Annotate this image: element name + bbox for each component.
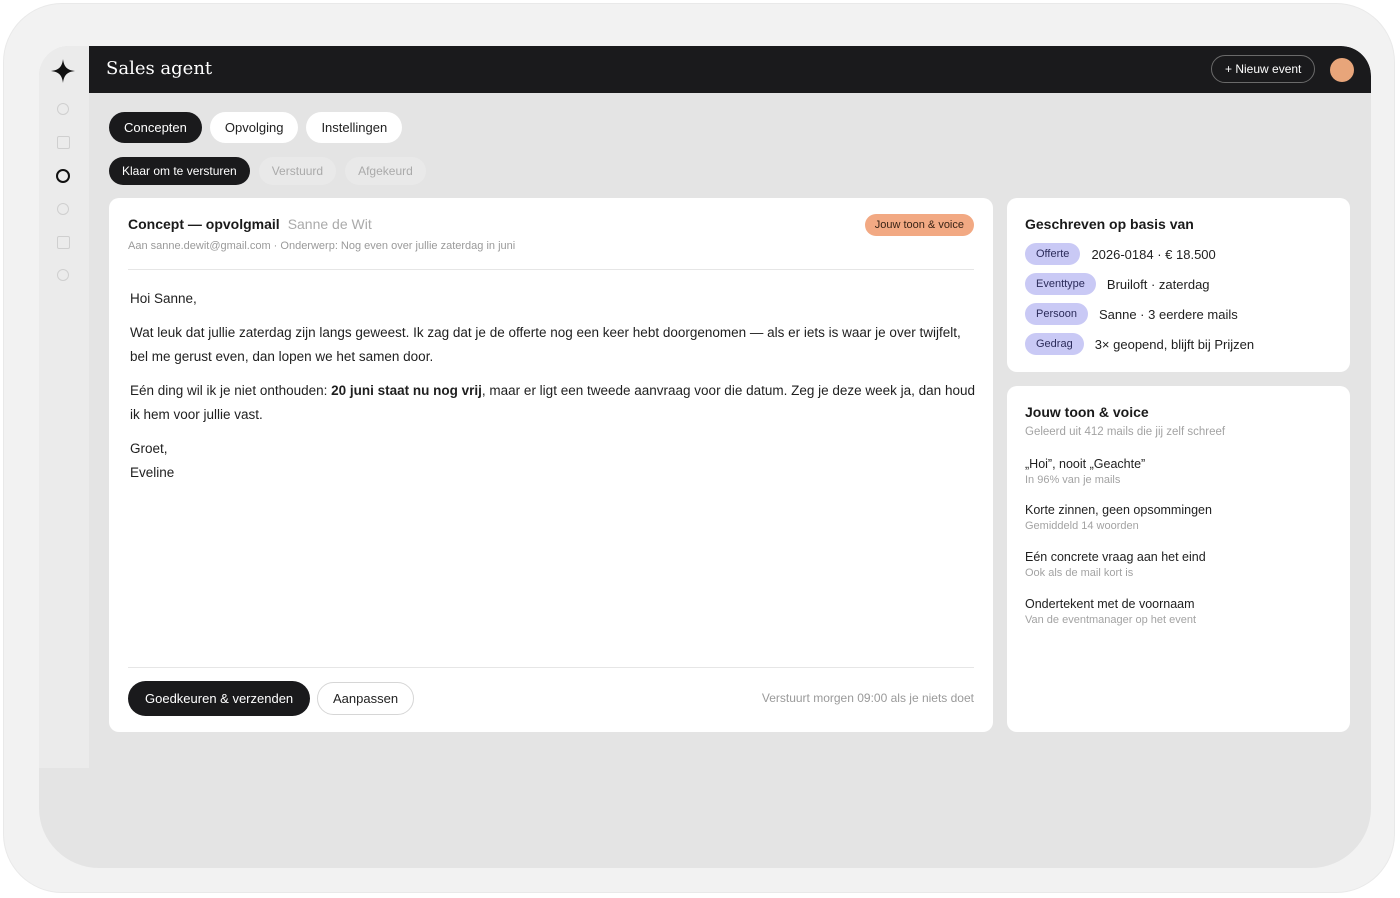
mail-greeting: Hoi Sanne, <box>130 291 197 306</box>
trait-title: Korte zinnen, geen opsommingen <box>1025 503 1212 517</box>
rail-circle-icon-active[interactable] <box>56 169 70 183</box>
basis-row: Offerte 2026-0184 · € 18.500 <box>1025 243 1216 265</box>
trait-title: Ondertekent met de voornaam <box>1025 597 1195 611</box>
filter-afgekeurd[interactable]: Afgekeurd <box>345 157 426 185</box>
mail-meta: Aan sanne.dewit@gmail.com · Onderwerp: N… <box>128 240 516 252</box>
trait-title: Eén concrete vraag aan het eind <box>1025 550 1206 564</box>
footer-divider <box>128 667 974 668</box>
paragraph-2-start: Eén ding wil ik je niet onthouden: <box>130 383 332 398</box>
basis-row: Gedrag 3× geopend, blijft bij Prijzen <box>1025 333 1254 355</box>
rail-circle-icon[interactable] <box>57 269 69 281</box>
voice-subtitle: Geleerd uit 412 mails die jij zelf schre… <box>1025 426 1226 438</box>
mail-header: Concept — opvolgmail Sanne de Wit Jouw to… <box>128 214 974 236</box>
filter-klaar-om-te-versturen[interactable]: Klaar om te versturen <box>109 157 250 185</box>
app-title: Sales agent <box>106 58 213 79</box>
paragraph-2-highlight: 20 juni staat nu nog vrij <box>331 383 482 398</box>
main-tabs: Concepten Opvolging Instellingen <box>109 112 403 143</box>
mail-closing: Groet, <box>130 441 168 456</box>
filter-verstuurd[interactable]: Verstuurd <box>258 157 337 185</box>
status-filter-tabs: Klaar om te versturen Verstuurd Afgekeur… <box>109 157 426 185</box>
basis-row: Persoon Sanne · 3 eerdere mails <box>1025 303 1238 325</box>
voice-title: Jouw toon & voice <box>1025 404 1149 420</box>
approve-send-button[interactable]: Goedkeuren & verzenden <box>128 681 311 716</box>
mail-paragraph-1: Wat leuk dat jullie zaterdag zijn langs … <box>130 325 961 364</box>
rail-square-icon[interactable] <box>57 136 70 149</box>
side-rail <box>39 46 89 768</box>
basis-value: Bruiloft · zaterdag <box>1106 276 1210 292</box>
basis-card: Geschreven op basis van Offerte 2026-018… <box>1007 198 1350 372</box>
rail-circle-icon[interactable] <box>57 103 69 115</box>
mail-body[interactable]: Hoi Sanne, Wat leuk dat jullie zaterdag … <box>130 287 978 495</box>
new-event-button[interactable]: + Nieuw event <box>1211 55 1316 83</box>
tab-instellingen[interactable]: Instellingen <box>306 112 403 143</box>
four-point-star-icon[interactable] <box>50 58 76 84</box>
basis-tag: Persoon <box>1025 303 1088 325</box>
rail-square-icon[interactable] <box>57 236 70 249</box>
mail-draft-card: Concept — opvolgmail Sanne de Wit Jouw to… <box>109 198 993 732</box>
app-screen: Sales agent + Nieuw event Concepten Opvo… <box>39 46 1371 868</box>
voice-trait: „Hoi”, nooit „Geachte” In 96% van je mai… <box>1025 457 1145 486</box>
trait-detail: Gemiddeld 14 woorden <box>1025 520 1139 532</box>
tone-voice-badge: Jouw toon & voice <box>864 214 974 236</box>
trait-detail: In 96% van je mails <box>1025 474 1121 486</box>
basis-title: Geschreven op basis van <box>1025 216 1194 232</box>
tab-opvolging[interactable]: Opvolging <box>209 112 299 143</box>
voice-trait: Eén concrete vraag aan het eind Ook als … <box>1025 550 1206 579</box>
tab-concepten[interactable]: Concepten <box>109 112 202 143</box>
basis-row: Eventtype Bruiloft · zaterdag <box>1025 273 1210 295</box>
mail-paragraph-2: Eén ding wil ik je niet onthouden: 20 ju… <box>130 379 978 427</box>
voice-trait: Korte zinnen, geen opsommingen Gemiddeld… <box>1025 503 1212 532</box>
rail-circle-icon[interactable] <box>57 203 69 215</box>
send-schedule-note: Verstuurt morgen 09:00 als je niets doet <box>761 691 974 705</box>
tone-voice-card: Jouw toon & voice Geleerd uit 412 mails … <box>1007 386 1350 732</box>
avatar[interactable] <box>1330 58 1354 82</box>
basis-value: 2026-0184 · € 18.500 <box>1091 246 1216 262</box>
device-frame: Sales agent + Nieuw event Concepten Opvo… <box>4 4 1394 892</box>
mail-title: Concept — opvolgmail <box>128 216 280 232</box>
header-divider <box>128 269 974 270</box>
basis-tag: Offerte <box>1025 243 1081 265</box>
trait-detail: Ook als de mail kort is <box>1025 567 1134 579</box>
recipient-name: Sanne de Wit <box>287 216 372 232</box>
voice-trait: Ondertekent met de voornaam Van de event… <box>1025 597 1196 626</box>
basis-value: 3× geopend, blijft bij Prijzen <box>1094 336 1255 352</box>
basis-tag: Gedrag <box>1025 333 1084 355</box>
basis-tag: Eventtype <box>1025 273 1096 295</box>
trait-detail: Van de eventmanager op het event <box>1025 614 1197 626</box>
mail-signature: Eveline <box>130 465 175 480</box>
trait-title: „Hoi”, nooit „Geachte” <box>1025 457 1146 471</box>
edit-button[interactable]: Aanpassen <box>317 682 415 715</box>
top-bar: Sales agent + Nieuw event <box>89 46 1371 93</box>
basis-value: Sanne · 3 eerdere mails <box>1098 306 1238 322</box>
